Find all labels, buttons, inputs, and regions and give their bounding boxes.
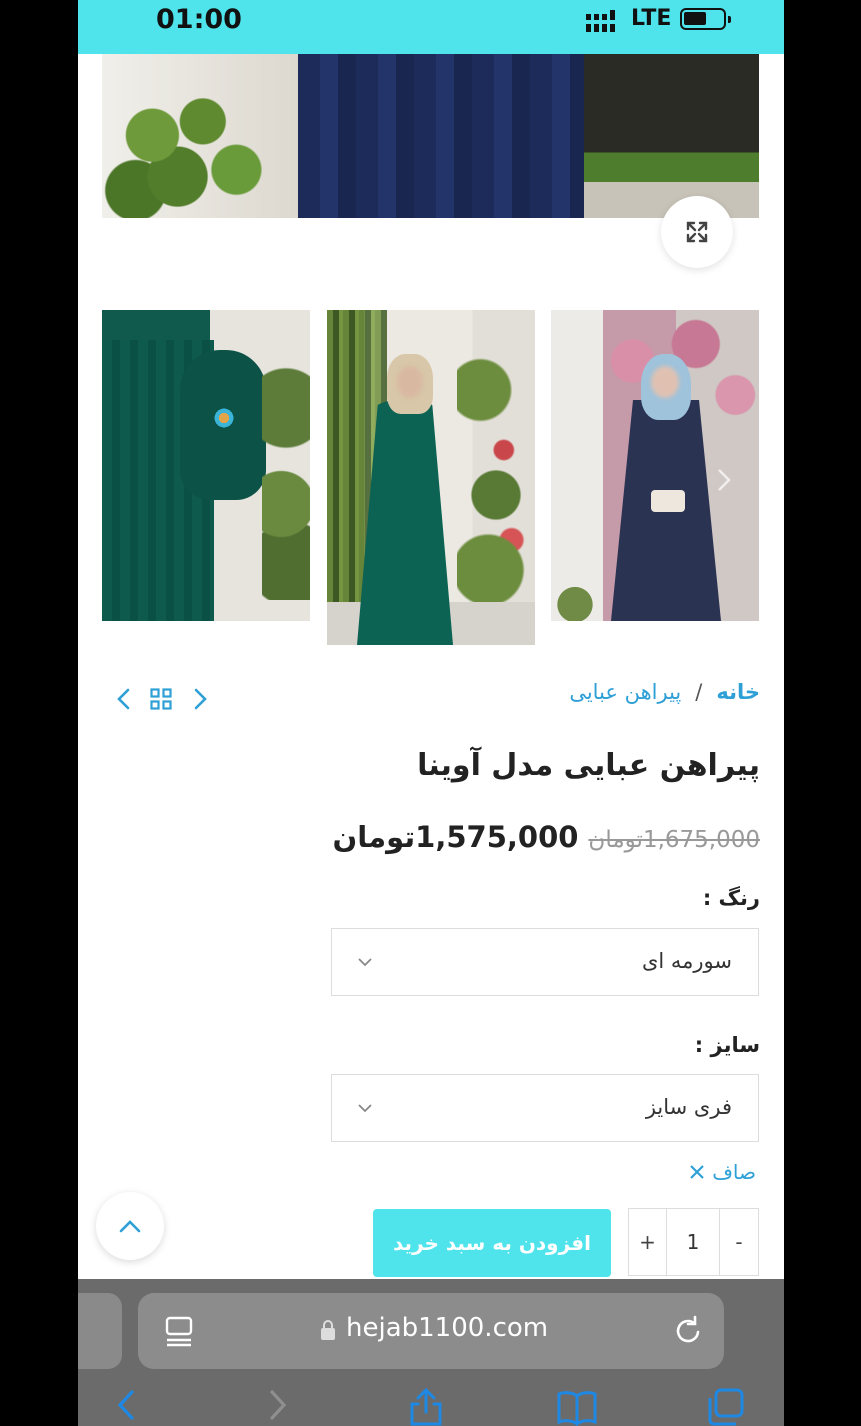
new-price: 1,575,000تومان (332, 820, 579, 854)
product-title: پیراهن عبایی مدل آوینا (417, 748, 760, 783)
status-time: 01:00 (156, 4, 242, 35)
clear-label: صاف (712, 1160, 756, 1184)
scroll-to-top-button[interactable] (96, 1192, 164, 1260)
tabs-icon[interactable] (706, 1388, 746, 1426)
breadcrumb-separator: / (695, 680, 703, 704)
chevron-down-icon (358, 1104, 372, 1113)
bookmarks-icon[interactable] (556, 1388, 598, 1426)
status-bar: 01:00 LTE (78, 0, 784, 54)
network-type: LTE (631, 6, 672, 31)
size-select[interactable]: فری سایز (331, 1074, 759, 1142)
clear-selection-link[interactable]: صاف (688, 1160, 756, 1184)
previous-tab-peek[interactable] (78, 1293, 122, 1369)
previous-product-icon[interactable] (114, 686, 134, 712)
size-select-value: فری سایز (645, 1095, 732, 1119)
grid-icon[interactable] (150, 688, 172, 710)
lock-icon (321, 1320, 335, 1340)
chevron-up-icon (119, 1220, 141, 1233)
quantity-decrease-button[interactable]: - (720, 1209, 758, 1275)
thumbnail-green-full[interactable] (327, 310, 535, 645)
old-price: 1,675,000تومان (588, 827, 760, 853)
forward-icon[interactable] (268, 1388, 288, 1422)
color-label: رنگ : (702, 886, 760, 910)
back-icon[interactable] (116, 1388, 136, 1422)
size-label: سایز : (694, 1033, 760, 1057)
add-to-cart-button[interactable]: افزودن به سبد خرید (373, 1209, 611, 1277)
phone-screen: 01:00 LTE خانه / پیراهن عبایی پیراهن عبا… (78, 0, 784, 1426)
main-product-image[interactable] (102, 54, 759, 218)
breadcrumb-category[interactable]: پیراهن عبایی (569, 680, 681, 704)
quantity-stepper: + 1 - (628, 1208, 759, 1276)
expand-icon (686, 221, 708, 243)
expand-image-button[interactable] (661, 196, 733, 268)
price-row: 1,675,000تومان 1,575,000تومان (332, 820, 760, 854)
reload-icon[interactable] (674, 1315, 704, 1347)
breadcrumb-home[interactable]: خانه (716, 680, 760, 704)
reader-mode-icon[interactable] (164, 1315, 194, 1347)
thumbnail-next-arrow-icon[interactable] (717, 468, 731, 492)
url-text: hejab1100.com (346, 1313, 549, 1343)
chevron-down-icon (358, 958, 372, 967)
color-select-value: سورمه ای (641, 949, 732, 973)
color-select[interactable]: سورمه ای (331, 928, 759, 996)
battery-icon (680, 8, 731, 30)
signal-icon (586, 10, 615, 32)
next-product-icon[interactable] (190, 686, 210, 712)
quantity-increase-button[interactable]: + (629, 1209, 667, 1275)
thumbnail-navy-full[interactable] (551, 310, 759, 621)
close-icon (690, 1165, 704, 1179)
address-bar[interactable]: hejab1100.com (138, 1293, 724, 1369)
share-icon[interactable] (408, 1388, 444, 1426)
breadcrumb: خانه / پیراهن عبایی (569, 680, 760, 704)
quantity-input[interactable]: 1 (667, 1209, 720, 1275)
thumbnail-green-sleeve[interactable] (102, 310, 310, 621)
